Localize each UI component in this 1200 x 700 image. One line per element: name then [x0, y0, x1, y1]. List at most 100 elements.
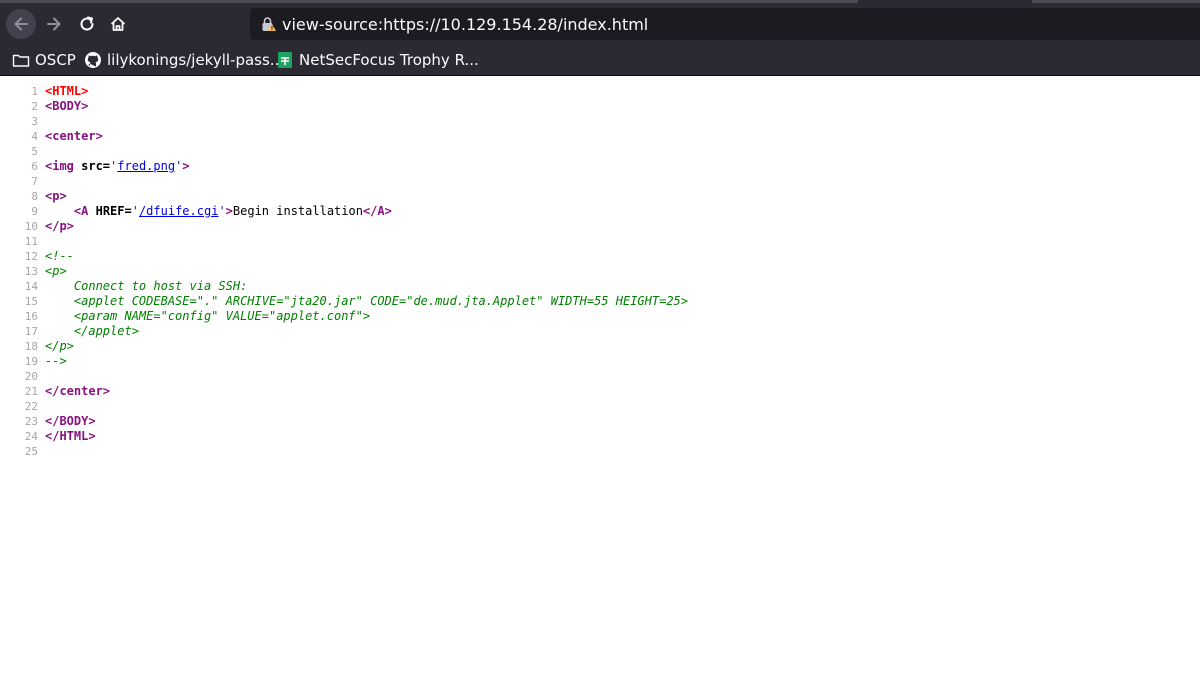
- line-number: 3: [31, 115, 38, 128]
- folder-icon: [12, 51, 30, 69]
- line-number: 18: [24, 340, 38, 353]
- quote: ': [218, 204, 226, 218]
- source-line: 1 <HTML>: [0, 84, 1200, 99]
- source-line: 4 <center>: [0, 129, 1200, 144]
- dfuife-cgi-link[interactable]: /dfuife.cgi: [139, 204, 218, 218]
- source-line: 14 Connect to host via SSH:: [0, 279, 1200, 294]
- line-code: <center>: [45, 129, 103, 144]
- line-number: 9: [31, 205, 38, 218]
- bookmark-jekyll-pass[interactable]: lilykonings/jekyll-pass...: [84, 49, 284, 71]
- line-code: </HTML>: [45, 429, 96, 444]
- line-number: 16: [24, 310, 38, 323]
- arrow-right-icon: [47, 17, 61, 31]
- source-line: 3: [0, 114, 1200, 129]
- comment-line: </applet>: [45, 324, 139, 338]
- comment-line: <!--: [45, 249, 74, 263]
- line-code: </BODY>: [45, 414, 96, 429]
- source-line: 18 </p>: [0, 339, 1200, 354]
- line-number: 13: [24, 265, 38, 278]
- arrow-left-icon: [14, 17, 28, 31]
- source-line: 20: [0, 369, 1200, 384]
- comment-line: <param NAME="config" VALUE="applet.conf"…: [45, 309, 371, 323]
- line-number: 22: [24, 400, 38, 413]
- source-line: 8 <p>: [0, 189, 1200, 204]
- source-line: 6 <img src='fred.png'>: [0, 159, 1200, 174]
- comment-line: </p>: [45, 339, 74, 353]
- fred-png-link[interactable]: fred.png: [117, 159, 175, 173]
- line-number: 20: [24, 370, 38, 383]
- source-line: 12 <!--: [0, 249, 1200, 264]
- line-code: <p>: [45, 189, 67, 204]
- line-number: 4: [31, 130, 38, 143]
- home-button[interactable]: [103, 9, 133, 39]
- body-close-tag: </BODY>: [45, 414, 96, 428]
- bookmark-label: lilykonings/jekyll-pass...: [107, 51, 285, 69]
- home-icon: [110, 17, 126, 31]
- line-number: 12: [24, 250, 38, 263]
- reload-icon: [80, 16, 94, 31]
- source-line: 21 </center>: [0, 384, 1200, 399]
- line-code: <A HREF='/dfuife.cgi'>Begin installation…: [45, 204, 392, 219]
- href-attr: HREF=: [95, 204, 132, 218]
- line-number: 21: [24, 385, 38, 398]
- source-line: 16 <param NAME="config" VALUE="applet.co…: [0, 309, 1200, 324]
- center-close-tag: </center>: [45, 384, 111, 398]
- img-tag-open: <img: [45, 159, 82, 173]
- p-close-tag: </p>: [45, 219, 74, 233]
- line-code: <BODY>: [45, 99, 88, 114]
- line-number: 14: [24, 280, 38, 293]
- url-text[interactable]: view-source:https://10.129.154.28/index.…: [282, 15, 648, 34]
- bookmarks-bar: OSCP lilykonings/jekyll-pass... NetSecFo…: [0, 45, 1200, 75]
- comment-line: Connect to host via SSH:: [45, 279, 248, 293]
- source-line: 15 <applet CODEBASE="." ARCHIVE="jta20.j…: [0, 294, 1200, 309]
- html-close-tag: </HTML>: [45, 429, 96, 443]
- source-line: 23 </BODY>: [0, 414, 1200, 429]
- comment-line: <p>: [45, 264, 67, 278]
- line-number: 19: [24, 355, 38, 368]
- reload-button[interactable]: [72, 9, 102, 39]
- line-number: 2: [31, 100, 38, 113]
- p-open-tag: <p>: [45, 189, 67, 203]
- source-line: 25: [0, 444, 1200, 459]
- source-line: 22: [0, 399, 1200, 414]
- line-code: <HTML>: [45, 84, 88, 99]
- a-close-tag: </A>: [362, 204, 392, 218]
- browser-chrome: view-source:https://10.129.154.28/index.…: [0, 0, 1200, 76]
- line-number: 23: [24, 415, 38, 428]
- bookmark-oscp[interactable]: OSCP: [12, 49, 76, 71]
- line-number: 11: [24, 235, 38, 248]
- quote: ': [131, 204, 139, 218]
- comment-line: <applet CODEBASE="." ARCHIVE="jta20.jar"…: [45, 294, 688, 308]
- line-number: 1: [31, 85, 38, 98]
- source-line: 13 <p>: [0, 264, 1200, 279]
- img-tag-close: >: [182, 159, 190, 173]
- img-src-attr: src=: [81, 159, 111, 173]
- source-line: 7: [0, 174, 1200, 189]
- line-number: 17: [24, 325, 38, 338]
- back-button[interactable]: [6, 9, 36, 39]
- line-number: 5: [31, 145, 38, 158]
- line-code: <img src='fred.png'>: [45, 159, 190, 174]
- center-open-tag: <center>: [45, 129, 103, 143]
- line-code: </center>: [45, 384, 110, 399]
- line-number: 10: [24, 220, 38, 233]
- bookmark-netsecfocus[interactable]: NetSecFocus Trophy R...: [276, 49, 479, 71]
- url-bar[interactable]: view-source:https://10.129.154.28/index.…: [250, 8, 1200, 40]
- a-tag-close-bracket: >: [225, 204, 233, 218]
- comment-line: -->: [45, 354, 67, 368]
- bookmark-label: OSCP: [35, 51, 76, 69]
- source-line: 9 <A HREF='/dfuife.cgi'>Begin installati…: [0, 204, 1200, 219]
- line-number: 15: [24, 295, 38, 308]
- github-icon: [84, 51, 102, 69]
- link-text: Begin installation: [232, 204, 363, 218]
- toolbar-divider: [0, 75, 1200, 76]
- line-number: 25: [24, 445, 38, 458]
- bookmark-label: NetSecFocus Trophy R...: [299, 51, 479, 69]
- line-number: 8: [31, 190, 38, 203]
- line-number: 7: [31, 175, 38, 188]
- a-tag-open: <A: [73, 204, 96, 218]
- forward-button[interactable]: [39, 9, 69, 39]
- insecure-lock-icon[interactable]: [260, 16, 276, 32]
- line-code: </p>: [45, 219, 74, 234]
